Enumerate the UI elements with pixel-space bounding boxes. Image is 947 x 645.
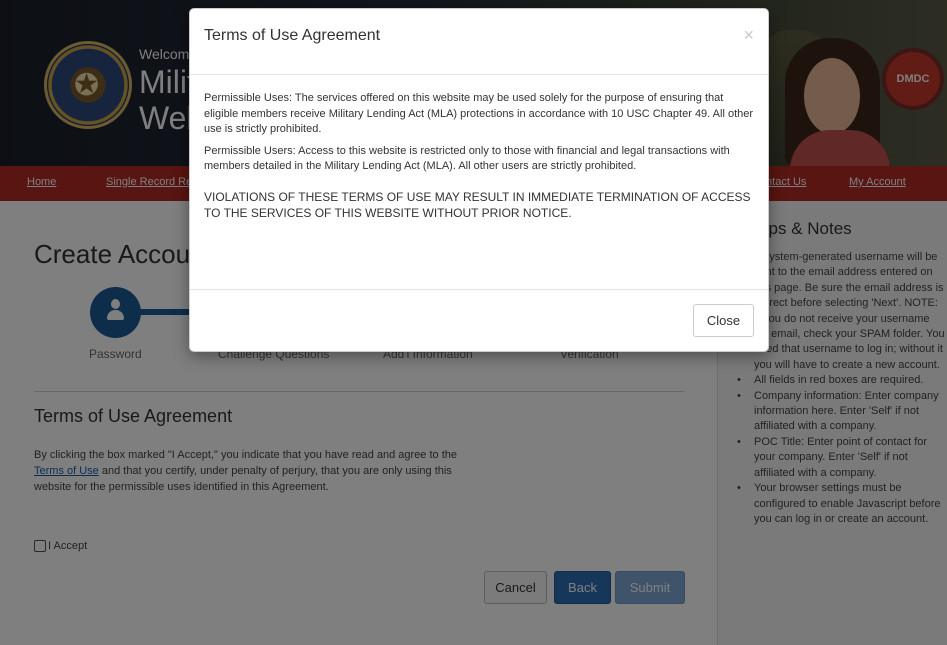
terms-modal: Terms of Use Agreement × Permissible Use… xyxy=(189,8,769,352)
close-icon[interactable]: × xyxy=(743,25,754,46)
modal-divider xyxy=(190,74,768,75)
modal-close-button[interactable]: Close xyxy=(693,304,754,337)
violations-warning: VIOLATIONS OF THESE TERMS OF USE MAY RES… xyxy=(204,189,751,220)
permissible-uses-text: Permissible Uses: The services offered o… xyxy=(204,92,754,135)
modal-footer-divider xyxy=(190,289,768,290)
permissible-users-text: Permissible Users: Access to this websit… xyxy=(204,144,730,173)
modal-title: Terms of Use Agreement xyxy=(204,27,381,44)
modal-body: Permissible Uses: The services offered o… xyxy=(204,91,756,227)
